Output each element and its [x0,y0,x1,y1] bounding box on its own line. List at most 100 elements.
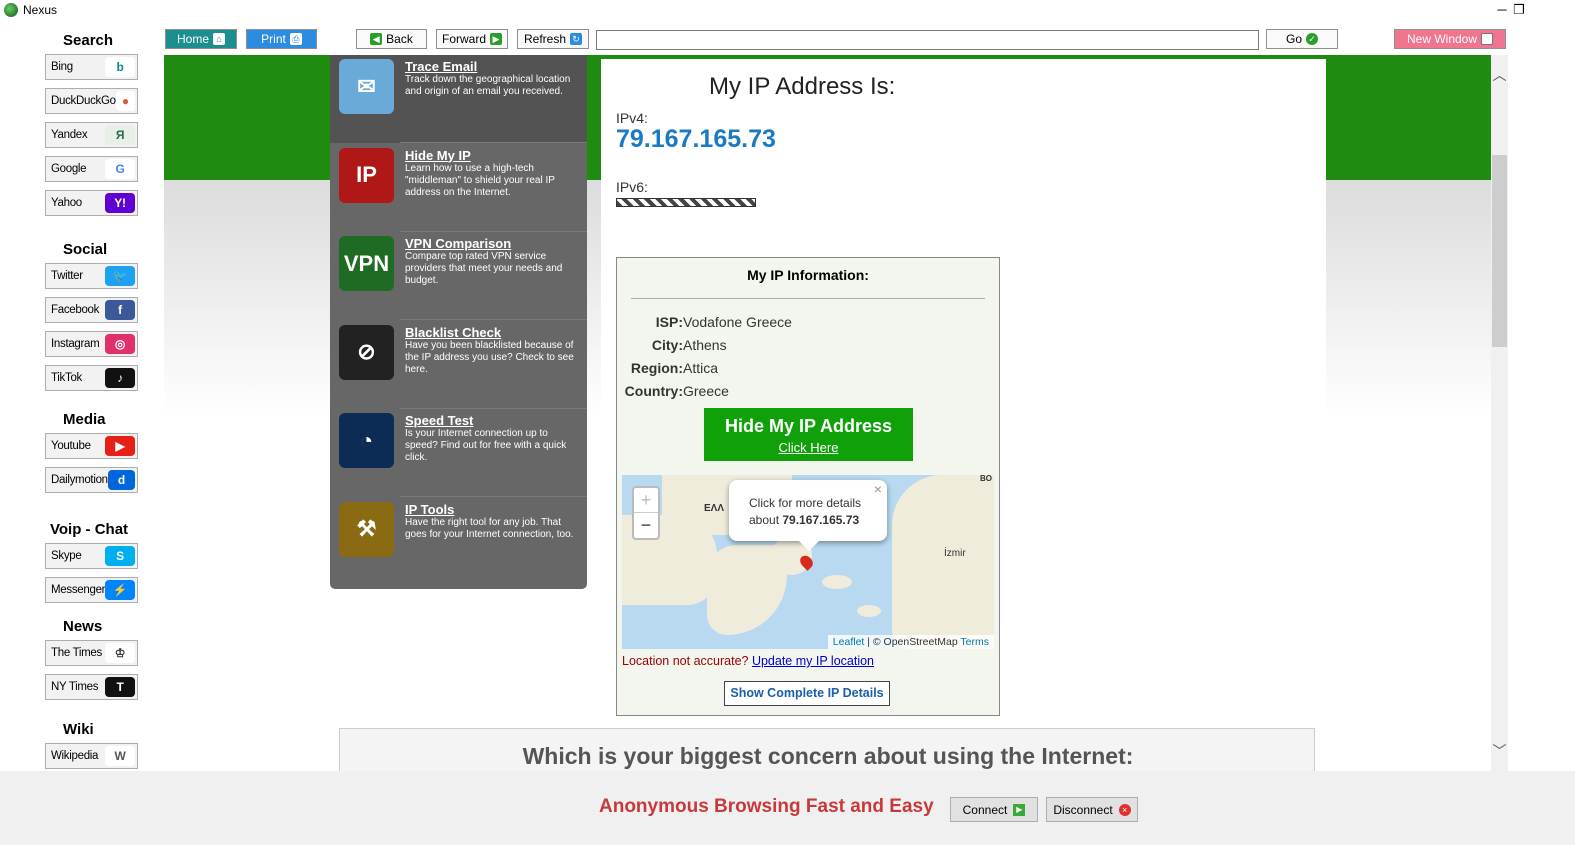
hide-ip-link[interactable]: Click Here [704,440,913,455]
connect-label: Connect [962,802,1008,817]
refresh-label: Refresh [523,32,567,46]
tool-name[interactable]: IP Tools [405,502,454,517]
tool-item-hide-my-ip[interactable]: IP Hide My IP Learn how to use a high-tech… [330,144,587,232]
tool-item-speed-test[interactable]: ◔ Speed Test Is your Internet connection u… [330,409,587,497]
tool-item-ip-tools[interactable]: ⚒ IP Tools Have the right tool for any job… [330,498,587,586]
messenger-icon: ⚡ [105,580,135,600]
sidebar-item-the-times[interactable]: The Times ♔ [45,640,138,666]
refresh-button[interactable]: Refresh ↻ [517,29,589,49]
info-title: My IP Information: [747,267,869,283]
go-button[interactable]: Go ✓ [1266,29,1338,49]
map-popup[interactable]: × Click for more details about 79.167.16… [729,480,887,551]
sidebar-item-facebook[interactable]: Facebook f [45,297,138,323]
home-label: Home [176,32,209,46]
trace-email-icon: ✉ [339,59,394,114]
scroll-up-icon[interactable]: ︿ [1491,65,1508,85]
disconnect-label: Disconnect [1053,802,1113,817]
popup-ip: 79.167.165.73 [782,513,860,527]
tool-item-trace-email[interactable]: ✉ Trace Email Track down the geographical … [330,55,587,143]
new-window-button[interactable]: New Window [1394,29,1506,49]
vertical-scrollbar[interactable]: ︿ ﹀ [1491,55,1508,771]
sidebar-item-ny-times[interactable]: NY Times T [45,674,138,700]
ipv4-label: IPv4: [616,110,648,126]
twitter-icon: 🐦 [105,266,135,286]
the-times-icon: ♔ [105,643,135,663]
title-bar: Nexus ─ ❐ [0,0,1575,22]
sidebar-item-instagram[interactable]: Instagram ◎ [45,331,138,357]
popup-line2: about 79.167.165.73 [749,513,860,527]
sidebar-item-dailymotion[interactable]: Dailymotion d [45,467,138,493]
zoom-out-button[interactable]: − [634,513,658,538]
hide-my-ip-icon: IP [339,147,394,203]
disconnect-button[interactable]: Disconnect × [1046,797,1138,822]
tool-name[interactable]: Trace Email [405,59,477,74]
info-key: Country: [624,383,683,399]
tool-item-blacklist-check[interactable]: ⊘ Blacklist Check Have you been blackliste… [330,321,587,409]
info-value: Attica [683,360,719,376]
tiktok-icon: ♪ [105,368,135,388]
sidebar-item-yahoo[interactable]: Yahoo Y! [45,190,138,216]
sidebar-item-tiktok[interactable]: TikTok ♪ [45,365,138,391]
sidebar-item-google[interactable]: Google G [45,156,138,182]
divider [631,298,985,299]
sidebar-item-messenger[interactable]: Messenger ⚡ [45,577,138,603]
location-map[interactable]: ΕΛΛ İzmir BO + − × Click for more detail… [622,475,994,649]
info-row-region: Region:Attica [617,360,718,376]
info-row-isp: ISP:Vodafone Greece [617,314,792,330]
tool-description: Compare top rated VPN service providers … [405,251,563,286]
duckduckgo-icon: ● [115,91,135,111]
home-icon: ⌂ [213,33,225,45]
hide-my-ip-button[interactable]: Hide My IP Address Click Here [704,408,913,461]
sidebar-item-youtube[interactable]: Youtube ▶ [45,433,138,459]
tool-name[interactable]: Blacklist Check [405,325,501,340]
restore-button[interactable]: ❐ [1496,0,1542,22]
new-window-label: New Window [1406,32,1478,46]
sidebar-item-skype[interactable]: Skype S [45,543,138,569]
tool-name[interactable]: Hide My IP [405,148,471,163]
sidebar-item-duckduckgo[interactable]: DuckDuckGo ● [45,88,138,114]
sidebar-item-wikipedia[interactable]: Wikipedia W [45,743,138,769]
sidebar-item-label: Yandex [51,129,88,141]
info-value: Greece [683,383,729,399]
sidebar-item-label: DuckDuckGo [51,95,116,107]
tool-item-vpn-comparison[interactable]: VPN VPN Comparison Compare top rated VPN s… [330,232,587,320]
tool-name[interactable]: VPN Comparison [405,236,511,251]
home-button[interactable]: Home ⌂ [165,29,237,49]
leaflet-link[interactable]: Leaflet [833,636,865,648]
ipv4-value: 79.167.165.73 [616,125,776,153]
print-button[interactable]: Print ⎙ [246,29,317,49]
terms-link[interactable]: Terms [960,636,989,648]
back-button[interactable]: ◀ Back [356,29,427,49]
sidebar-item-bing[interactable]: Bing b [45,54,138,80]
info-row-country: Country:Greece [617,383,729,399]
map-label-greece: ΕΛΛ [704,503,725,514]
show-details-button[interactable]: Show Complete IP Details [724,681,890,706]
tool-description: Learn how to use a high-tech "middleman"… [405,162,555,198]
poll-question: Which is your biggest concern about usin… [522,743,1134,769]
map-attribution: Leaflet | © OpenStreetMap Terms [827,635,994,649]
forward-button[interactable]: Forward ▶ [436,29,508,49]
sidebar-item-label: Yahoo [51,197,82,209]
zoom-in-button[interactable]: + [634,488,658,513]
skype-icon: S [105,546,135,566]
tool-name[interactable]: Speed Test [405,413,473,428]
sidebar-item-label: Skype [51,550,82,562]
url-input[interactable] [596,30,1259,50]
back-arrow-icon: ◀ [370,33,383,45]
sidebar-item-yandex[interactable]: Yandex Я [45,122,138,148]
map-label-bo: BO [980,475,992,483]
sidebar-item-label: Instagram [51,338,100,350]
sidebar-item-label: Bing [51,61,73,73]
scroll-thumb[interactable] [1492,155,1507,347]
scroll-down-icon[interactable]: ﹀ [1491,741,1508,761]
update-location-link[interactable]: Update my IP location [752,654,874,668]
sidebar-item-label: Wikipedia [51,750,99,762]
sidebar-item-label: Twitter [51,270,83,282]
popup-close-icon[interactable]: × [874,481,882,498]
map-label-izmir: İzmir [944,548,966,559]
connect-button[interactable]: Connect ▶ [950,797,1038,822]
window-icon [1481,33,1494,45]
ny-times-icon: T [105,677,135,697]
tool-description: Track down the geographical location and… [405,74,571,97]
sidebar-item-twitter[interactable]: Twitter 🐦 [45,263,138,289]
